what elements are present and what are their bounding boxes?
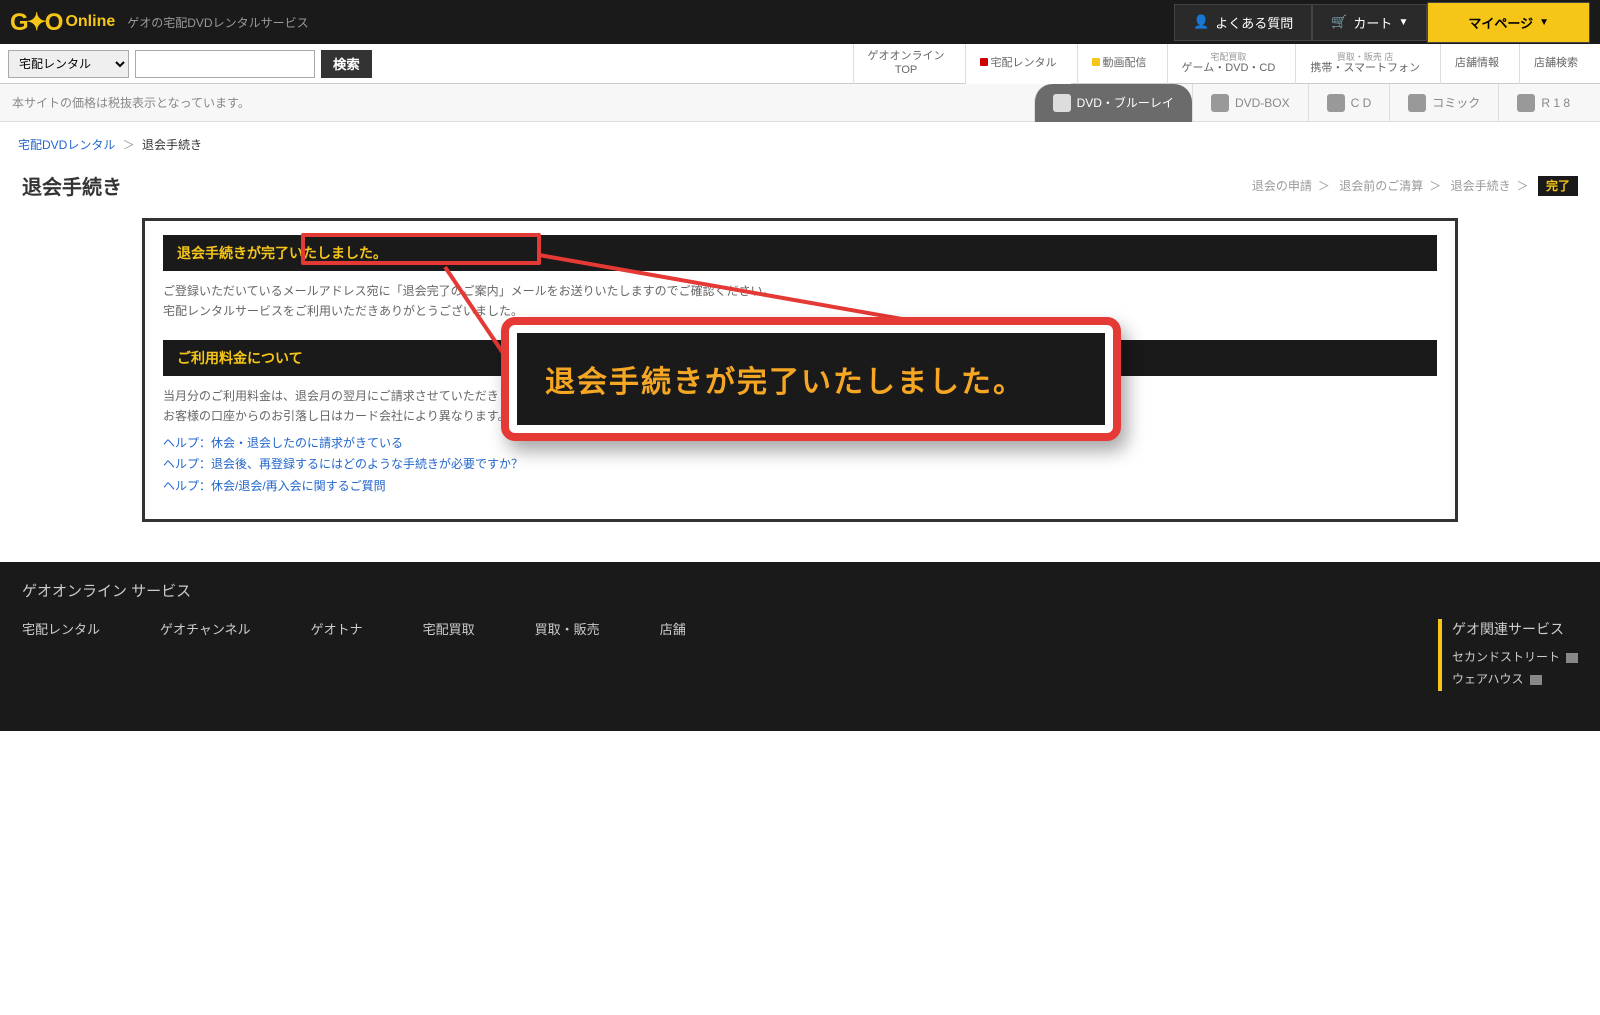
nav-tab-top[interactable]: ゲオオンライン TOP <box>853 44 959 84</box>
footer-columns: 宅配レンタル ゲオチャンネル ゲオトナ 宅配買取 買取・販売 店舗 ゲオ関連サー… <box>22 619 1578 690</box>
logo-icon: G✦O <box>10 8 61 37</box>
footer-related-link[interactable]: セカンドストリート <box>1452 647 1578 669</box>
nav-tab-label: 店舗検索 <box>1534 57 1578 70</box>
footer-link[interactable]: 宅配買取 <box>423 619 475 638</box>
accent-icon <box>1092 58 1100 66</box>
nav-tab-small: 買取・販売 店 <box>1337 52 1394 63</box>
fee-bar: ご利用料金について <box>163 340 1437 376</box>
mypage-button[interactable]: マイページ ▼ <box>1427 2 1590 43</box>
subnav-r18[interactable]: R 1 8 <box>1498 84 1588 122</box>
search-button[interactable]: 検索 <box>321 50 372 78</box>
footer-link[interactable]: 買取・販売 <box>535 619 600 638</box>
music-icon <box>1327 94 1345 112</box>
step-crumbs: 退会の申請＞ 退会前のご清算＞ 退会手続き＞ 完了 <box>1252 177 1578 194</box>
step-item: 退会の申請 <box>1252 179 1312 193</box>
search-input[interactable] <box>135 50 315 78</box>
completion-text: ご登録いただいているメールアドレス宛に「退会完了のご案内」メールをお送りいたしま… <box>163 281 1437 322</box>
subnav-dvdbox[interactable]: DVD-BOX <box>1192 84 1308 122</box>
text-line: 当月分のご利用料金は、退会月の翌月にご請求させていただきます。 <box>163 389 534 403</box>
nav-tab-storesearch[interactable]: 店舗検索 <box>1519 44 1592 84</box>
external-icon <box>1566 653 1578 663</box>
footer-link[interactable]: 宅配レンタル <box>22 619 100 638</box>
subnav-label: R 1 8 <box>1541 96 1570 110</box>
nav-row: 宅配レンタル 検索 ゲオオンライン TOP 宅配レンタル 動画配信 宅配買取 ゲ… <box>0 44 1600 84</box>
accent-icon <box>980 58 988 66</box>
step-item: 退会手続き <box>1451 179 1511 193</box>
nav-tab-label: TOP <box>895 64 917 77</box>
book-icon <box>1408 94 1426 112</box>
fee-text: 当月分のご利用料金は、退会月の翌月にご請求させていただきます。 お客様の口座から… <box>163 386 1437 427</box>
cart-button[interactable]: 🛒 カート ▼ <box>1312 4 1427 41</box>
chevron-down-icon: ▼ <box>1539 17 1549 28</box>
breadcrumb-sep: ＞ <box>123 138 135 152</box>
footer-link[interactable]: ゲオチャンネル <box>160 619 251 638</box>
text-line: お客様の口座からのお引落し日はカード会社により異なります。 <box>163 409 510 423</box>
nav-tab-label: 携帯・スマートフォン <box>1310 62 1420 75</box>
content-box: 退会手続きが完了いたしました。 ご登録いただいているメールアドレス宛に「退会完了… <box>142 218 1458 522</box>
nav-tab-label: ゲーム・DVD・CD <box>1182 62 1276 75</box>
footer-title: ゲオオンライン サービス <box>22 580 1578 601</box>
main-content: 退会手続き 退会の申請＞ 退会前のご清算＞ 退会手続き＞ 完了 退会手続きが完了… <box>0 161 1600 562</box>
price-notice: 本サイトの価格は税抜表示となっています。 <box>12 94 250 111</box>
breadcrumb-root[interactable]: 宅配DVDレンタル <box>18 138 115 152</box>
completion-bar: 退会手続きが完了いたしました。 <box>163 235 1437 271</box>
help-link[interactable]: ヘルプ：退会後、再登録するにはどのような手続きが必要ですか？ <box>163 454 1437 476</box>
footer-related-title: ゲオ関連サービス <box>1452 619 1578 639</box>
link-label: ウェアハウス <box>1452 669 1524 691</box>
breadcrumb: 宅配DVDレンタル ＞ 退会手続き <box>0 122 1600 161</box>
text-line: ご登録いただいているメールアドレス宛に「退会完了のご案内」メールをお送りいたしま… <box>163 284 775 298</box>
nav-tab-storeinfo[interactable]: 店舗情報 <box>1440 44 1513 84</box>
help-link[interactable]: ヘルプ：休会・退会したのに請求がきている <box>163 433 1437 455</box>
footer-link[interactable]: 店舗 <box>660 619 686 638</box>
disc-icon <box>1053 94 1071 112</box>
footer: ゲオオンライン サービス 宅配レンタル ゲオチャンネル ゲオトナ 宅配買取 買取… <box>0 562 1600 730</box>
breadcrumb-current: 退会手続き <box>142 138 202 152</box>
subnav-label: DVD・ブルーレイ <box>1077 94 1174 111</box>
faq-button[interactable]: 👤 よくある質問 <box>1174 4 1312 41</box>
cart-icon: 🛒 <box>1331 14 1347 30</box>
footer-link[interactable]: ゲオトナ <box>311 619 363 638</box>
category-select[interactable]: 宅配レンタル <box>8 50 129 78</box>
nav-tab-label: 店舗情報 <box>1455 57 1499 70</box>
subnav-label: DVD-BOX <box>1235 96 1290 110</box>
subnav-row: 本サイトの価格は税抜表示となっています。 DVD・ブルーレイ DVD-BOX C… <box>0 84 1600 122</box>
chevron-down-icon: ▼ <box>1398 17 1408 28</box>
faq-label: よくある質問 <box>1215 13 1293 32</box>
subnav-comic[interactable]: コミック <box>1389 84 1498 122</box>
text-line: 宅配レンタルサービスをご利用いただきありがとうございました。 <box>163 304 523 318</box>
nav-tab-mobile[interactable]: 買取・販売 店 携帯・スマートフォン <box>1295 44 1434 84</box>
page-title: 退会手続き <box>22 171 122 200</box>
step-done: 完了 <box>1538 176 1578 196</box>
nav-tab-label: ゲオオンライン <box>868 50 945 63</box>
tagline: ゲオの宅配DVDレンタルサービス <box>127 14 308 31</box>
cart-label: カート <box>1353 13 1392 32</box>
r18-icon <box>1517 94 1535 112</box>
box-icon <box>1211 94 1229 112</box>
logo[interactable]: G✦O Online <box>10 8 115 37</box>
mypage-label: マイページ <box>1468 13 1533 32</box>
nav-tab-small: 宅配買取 <box>1210 52 1246 63</box>
nav-tab-label: 動画配信 <box>1092 57 1147 70</box>
nav-tab-video[interactable]: 動画配信 <box>1077 44 1161 84</box>
subnav-label: C D <box>1351 96 1372 110</box>
footer-related-link[interactable]: ウェアハウス <box>1452 669 1578 691</box>
subnav-cd[interactable]: C D <box>1308 84 1390 122</box>
nav-tab-game[interactable]: 宅配買取 ゲーム・DVD・CD <box>1167 44 1290 84</box>
external-icon <box>1530 675 1542 685</box>
link-label: セカンドストリート <box>1452 647 1560 669</box>
subnav-label: コミック <box>1432 94 1480 111</box>
nav-tab-rental[interactable]: 宅配レンタル <box>965 44 1071 84</box>
help-link[interactable]: ヘルプ：休会/退会/再入会に関するご質問 <box>163 476 1437 498</box>
header-top: G✦O Online ゲオの宅配DVDレンタルサービス 👤 よくある質問 🛒 カ… <box>0 0 1600 44</box>
page-header: 退会手続き 退会の申請＞ 退会前のご清算＞ 退会手続き＞ 完了 <box>22 171 1578 200</box>
step-item: 退会前のご清算 <box>1339 179 1423 193</box>
nav-tab-label: 宅配レンタル <box>980 57 1057 70</box>
subnav-dvd[interactable]: DVD・ブルーレイ <box>1034 84 1192 122</box>
footer-related: ゲオ関連サービス セカンドストリート ウェアハウス <box>1438 619 1578 690</box>
faq-icon: 👤 <box>1193 14 1209 30</box>
logo-text: Online <box>65 13 115 31</box>
